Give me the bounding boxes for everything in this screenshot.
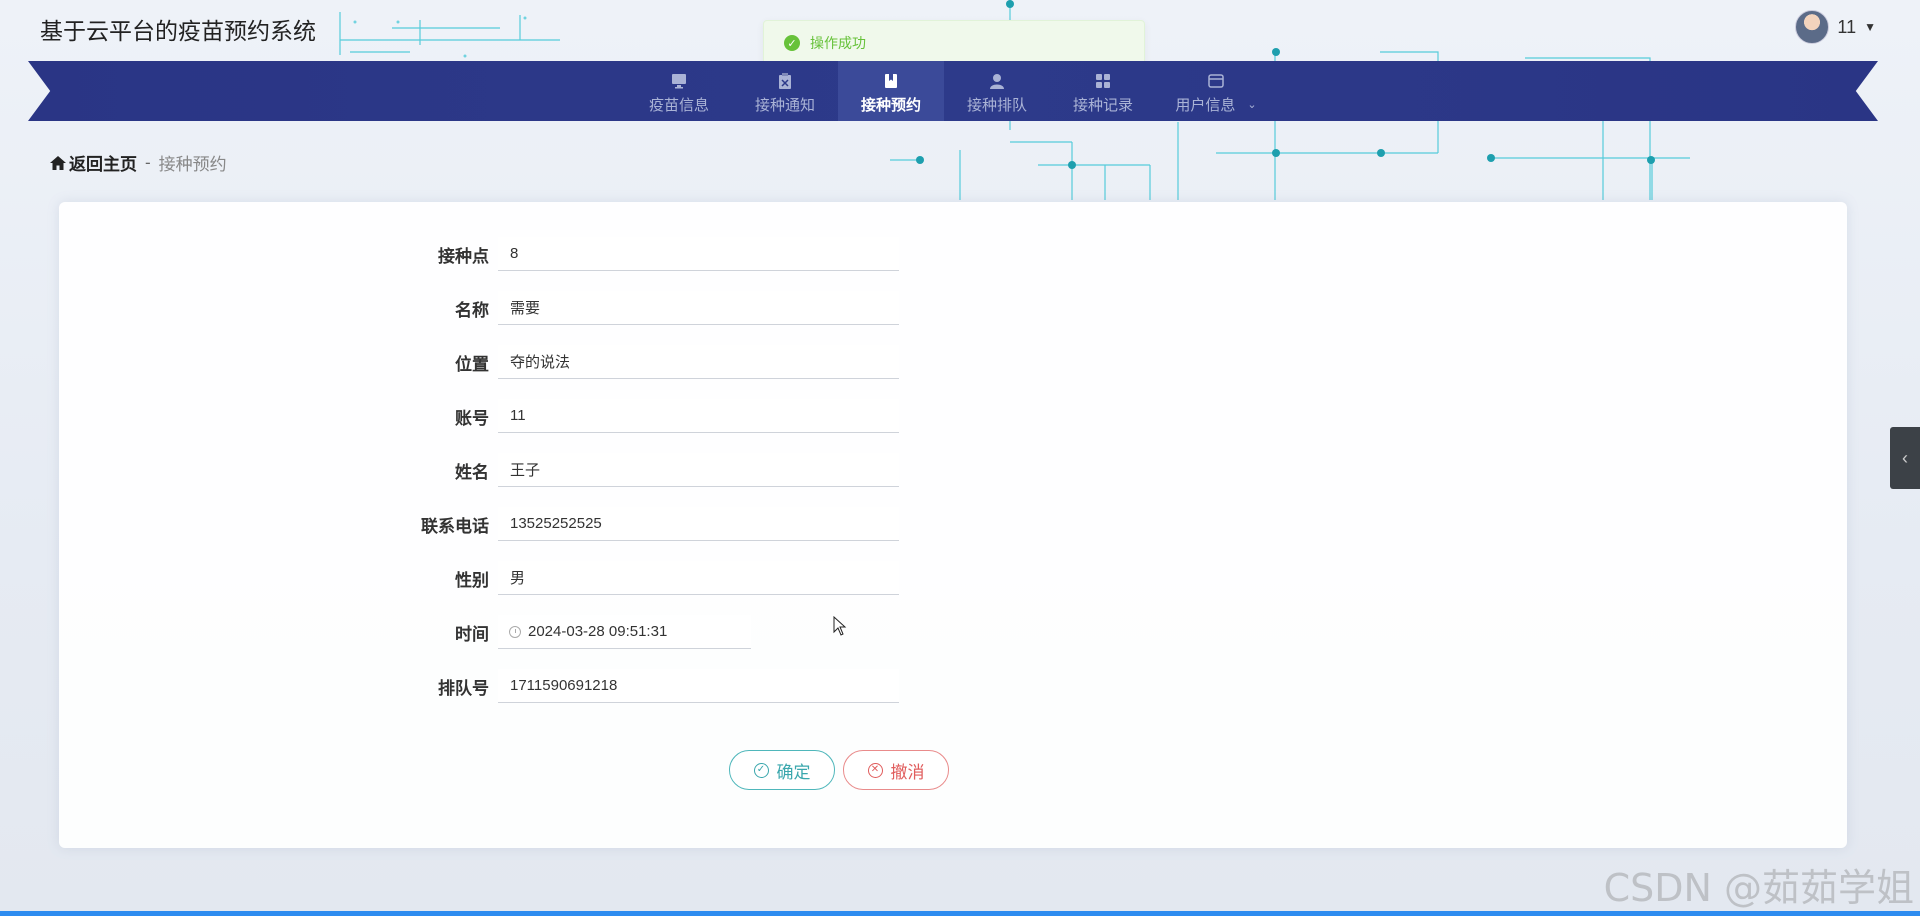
appointment-form-card: 接种点 名称 位置 账号 姓名 联系电话 性别 时间 排队号 ✓ 确定 ✕ 撤消 xyxy=(59,202,1847,848)
mouse-cursor-icon xyxy=(833,616,847,636)
check-circle-icon: ✓ xyxy=(753,762,769,778)
grid-icon xyxy=(1096,73,1110,88)
close-circle-icon: ✕ xyxy=(867,762,883,778)
breadcrumb-separator: - xyxy=(145,152,151,172)
home-icon xyxy=(50,155,66,170)
label-fullname: 姓名 xyxy=(455,462,489,482)
label-site: 接种点 xyxy=(438,246,489,266)
nav-item-notice[interactable]: 接种通知 xyxy=(732,61,838,121)
card-icon xyxy=(1208,73,1224,88)
site-input[interactable] xyxy=(498,237,899,271)
nav-menu: 疫苗信息 接种通知 接种预约 接种排队 接种记录 用户信息 ⌄ xyxy=(0,61,1920,121)
watermark: CSDN @茹茹学姐 xyxy=(1603,866,1914,910)
caret-down-icon[interactable]: ▼ xyxy=(1864,20,1876,34)
time-picker[interactable] xyxy=(498,615,751,649)
avatar[interactable] xyxy=(1795,10,1830,44)
person-icon xyxy=(990,73,1004,89)
breadcrumb-current: 接种预约 xyxy=(158,155,227,174)
clipboard-icon xyxy=(779,72,791,89)
book-icon xyxy=(885,73,897,88)
user-name[interactable]: 11 xyxy=(1837,17,1856,38)
label-phone: 联系电话 xyxy=(421,516,489,536)
queue-number-input[interactable] xyxy=(498,669,899,703)
cancel-button[interactable]: ✕ 撤消 xyxy=(843,750,949,790)
monitor-icon xyxy=(672,73,686,88)
label-time: 时间 xyxy=(455,624,489,644)
breadcrumb: 返回主页 - 接种预约 xyxy=(50,150,227,175)
nav-item-user-info[interactable]: 用户信息 ⌄ xyxy=(1156,61,1276,121)
label-name: 名称 xyxy=(455,300,489,320)
bottom-scrollbar xyxy=(0,911,1920,916)
label-gender: 性别 xyxy=(455,570,489,590)
nav-item-record[interactable]: 接种记录 xyxy=(1050,61,1156,121)
phone-input[interactable] xyxy=(498,507,899,541)
confirm-button[interactable]: ✓ 确定 xyxy=(729,750,835,790)
chevron-left-icon: ‹ xyxy=(1902,447,1908,468)
clock-icon xyxy=(509,626,521,638)
fullname-input[interactable] xyxy=(498,453,899,487)
gender-input[interactable] xyxy=(498,561,899,595)
account-input[interactable] xyxy=(498,399,899,433)
label-account: 账号 xyxy=(455,408,489,428)
check-circle-icon: ✓ xyxy=(784,35,800,51)
label-queue-number: 排队号 xyxy=(438,678,489,698)
location-input[interactable] xyxy=(498,345,899,379)
success-toast: ✓ 操作成功 xyxy=(763,20,1145,66)
nav-item-appointment[interactable]: 接种预约 xyxy=(838,61,944,121)
app-title: 基于云平台的疫苗预约系统 xyxy=(40,18,316,44)
nav-item-queue[interactable]: 接种排队 xyxy=(944,61,1050,121)
chevron-down-icon[interactable]: ⌄ xyxy=(1247,98,1256,111)
toast-message: 操作成功 xyxy=(810,35,866,51)
nav-item-vaccine-info[interactable]: 疫苗信息 xyxy=(626,61,732,121)
user-menu[interactable]: 11 ▼ xyxy=(1795,10,1876,44)
name-input[interactable] xyxy=(498,291,899,325)
breadcrumb-home[interactable]: 返回主页 xyxy=(50,150,137,175)
side-panel-toggle[interactable]: ‹ xyxy=(1890,427,1920,489)
label-location: 位置 xyxy=(455,354,489,374)
